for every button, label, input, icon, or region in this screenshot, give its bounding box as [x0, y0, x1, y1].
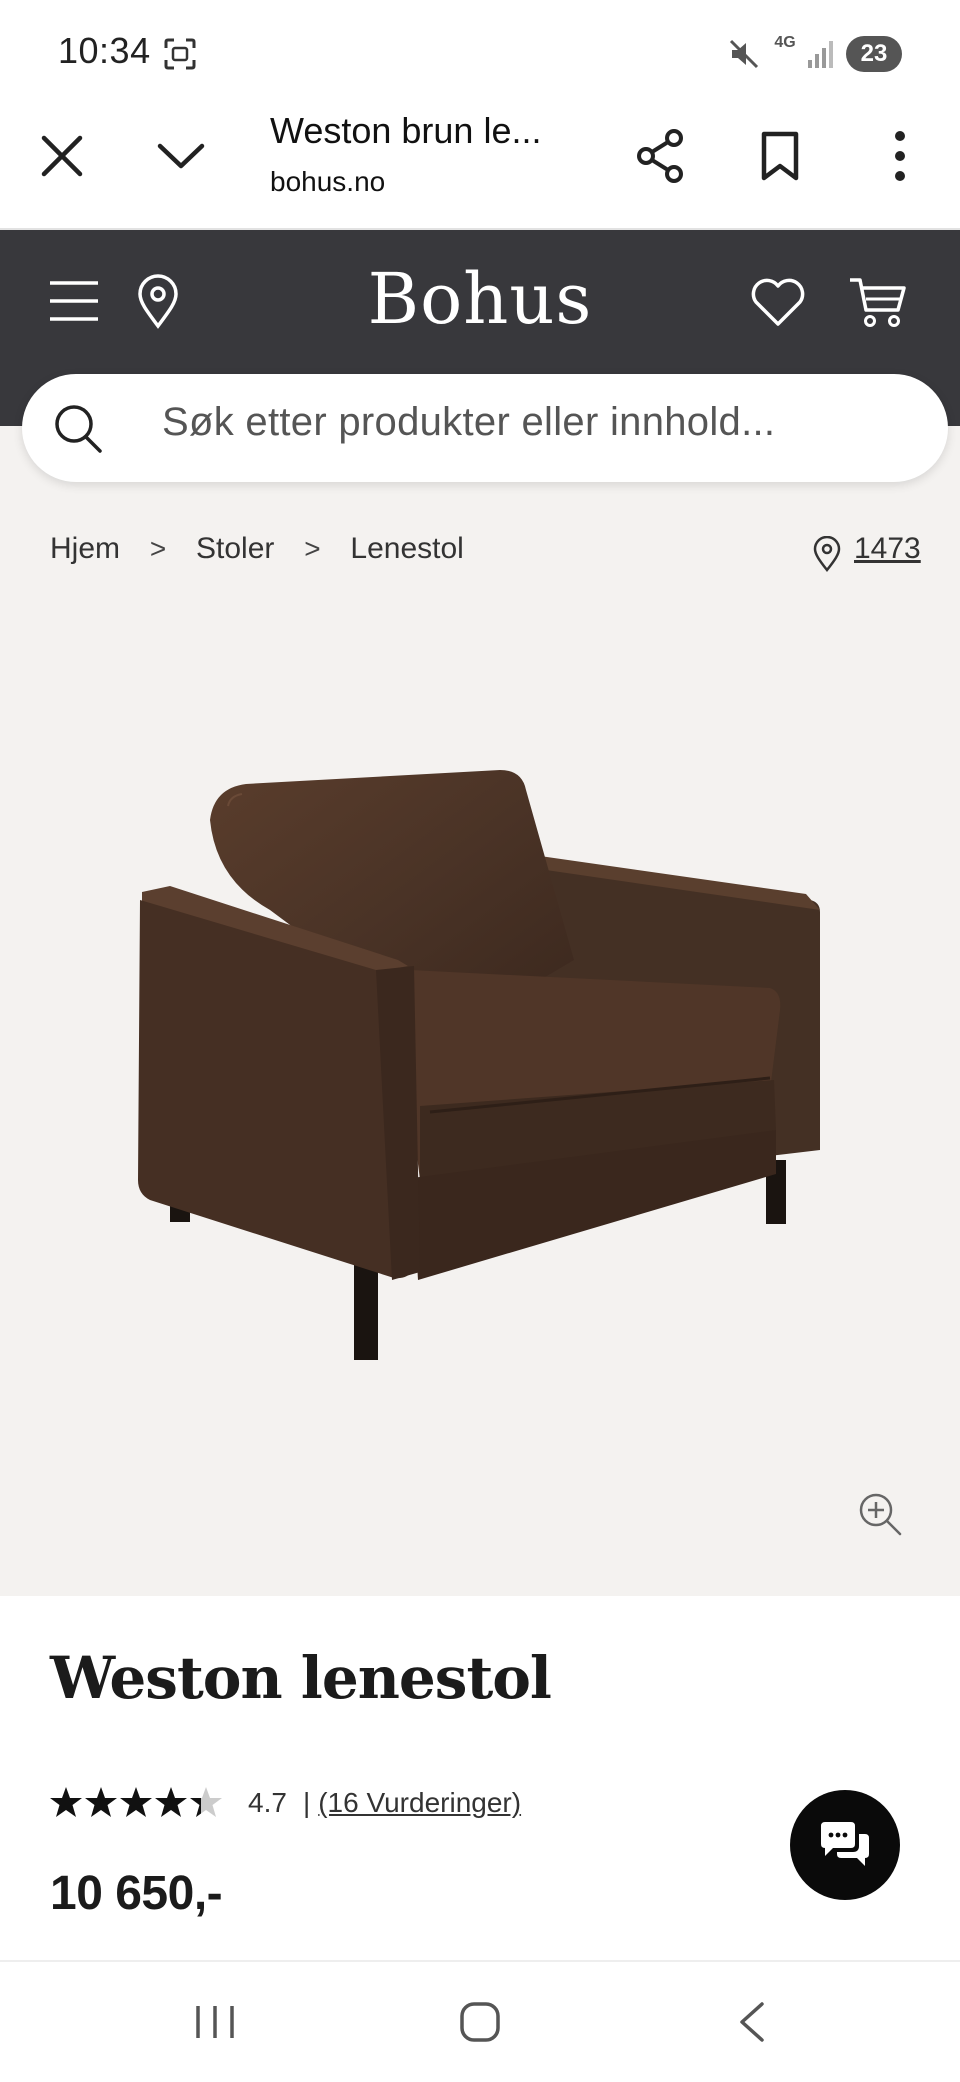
status-time: 10:34: [58, 30, 151, 71]
product-rating[interactable]: 4.7 | (16 Vurderinger): [50, 1786, 521, 1820]
signal-icon: [808, 41, 833, 68]
screenshot-icon: [164, 38, 196, 70]
location-icon[interactable]: [136, 274, 180, 330]
rating-stars: [50, 1787, 222, 1817]
breadcrumb-separator: >: [149, 533, 167, 564]
site-logo[interactable]: Bohus: [330, 258, 630, 340]
back-icon[interactable]: [732, 1998, 772, 2046]
battery-indicator: 23: [846, 36, 902, 72]
breadcrumb: Hjem > Stoler > Lenestol: [50, 532, 464, 566]
home-icon[interactable]: [458, 2000, 502, 2044]
breadcrumb-separator: >: [304, 533, 321, 564]
page-url[interactable]: bohus.no: [270, 166, 385, 198]
share-icon[interactable]: [634, 128, 686, 184]
chevron-down-icon[interactable]: [154, 132, 208, 180]
heart-icon[interactable]: [750, 276, 806, 328]
cart-icon[interactable]: [848, 274, 908, 330]
breadcrumb-item-armchair[interactable]: Lenestol: [350, 532, 463, 566]
product-title: Weston lenestol: [50, 1644, 552, 1712]
reviews-link[interactable]: (16 Vurderinger): [318, 1787, 521, 1819]
menu-icon[interactable]: [48, 278, 100, 324]
zoom-in-icon[interactable]: [856, 1490, 904, 1538]
rating-separator: |: [302, 1787, 311, 1818]
mute-icon: [729, 39, 759, 69]
more-icon[interactable]: [880, 128, 920, 184]
search-placeholder[interactable]: Søk etter produkter eller innhold...: [162, 400, 775, 445]
product-image[interactable]: [130, 760, 830, 1360]
recents-icon[interactable]: [190, 2002, 240, 2042]
chat-button[interactable]: [790, 1790, 900, 1900]
bookmark-icon[interactable]: [758, 130, 802, 182]
product-price: 10 650,-: [50, 1867, 223, 1920]
breadcrumb-item-chairs[interactable]: Stoler: [196, 532, 274, 566]
close-icon[interactable]: [38, 132, 86, 180]
search-icon[interactable]: [52, 400, 104, 456]
chat-icon: [821, 1822, 869, 1866]
breadcrumb-item-home[interactable]: Hjem: [50, 532, 120, 566]
page-title[interactable]: Weston brun le...: [270, 110, 541, 152]
network-type: 4G: [774, 34, 796, 51]
rating-value: 4.7: [248, 1787, 287, 1818]
store-link[interactable]: 1473: [854, 532, 921, 566]
location-pin-icon[interactable]: [812, 536, 842, 572]
